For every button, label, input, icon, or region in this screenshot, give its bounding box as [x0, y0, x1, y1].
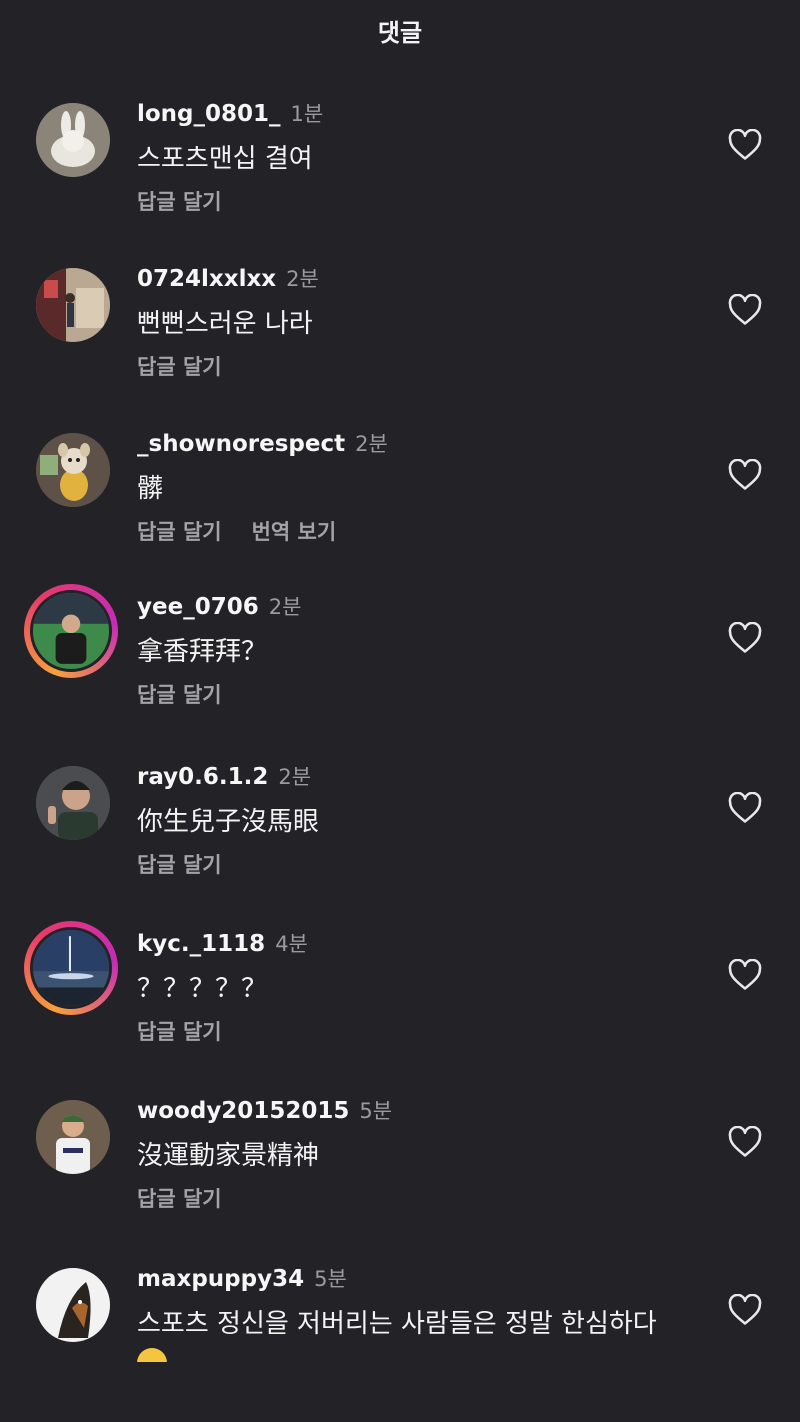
comment-item: woody20152015 5분 沒運動家景精神 답글 달기 — [0, 1094, 800, 1254]
timestamp: 1분 — [290, 102, 324, 126]
username[interactable]: woody20152015 — [137, 1098, 349, 1124]
reply-button[interactable]: 답글 달기 — [137, 853, 222, 877]
timestamp: 4분 — [275, 932, 308, 956]
comments-header: 댓글 — [0, 0, 800, 60]
timestamp: 5분 — [359, 1099, 393, 1123]
emoji-icon — [137, 1348, 167, 1362]
username[interactable]: ray0.6.1.2 — [137, 764, 268, 790]
reply-button[interactable]: 답글 달기 — [137, 1020, 222, 1044]
timestamp: 2분 — [278, 765, 312, 789]
avatar[interactable] — [30, 427, 116, 513]
timestamp: 5분 — [314, 1267, 347, 1291]
comment-item: yee_0706 2분 拿香拜拜？ 답글 달기 — [0, 584, 800, 750]
comment-text: 沒運動家景精神 — [137, 1141, 320, 1171]
heart-icon[interactable] — [728, 1126, 762, 1158]
comment-text: 뻔뻔스러운 나라 — [137, 309, 313, 339]
avatar[interactable] — [30, 1262, 116, 1348]
username[interactable]: _shownorespect — [137, 431, 345, 457]
page-title: 댓글 — [377, 18, 423, 47]
heart-icon[interactable] — [728, 1294, 762, 1326]
comment-text: 스포츠맨십 결여 — [137, 144, 313, 174]
rabbit-avatar-image — [36, 103, 110, 177]
username[interactable]: kyc._1118 — [137, 931, 265, 957]
username[interactable]: maxpuppy34 — [137, 1266, 304, 1292]
stadium-person-avatar-image — [30, 590, 112, 672]
avatar-story-ring[interactable] — [24, 584, 118, 678]
comment-text: 拿香拜拜？ — [137, 637, 268, 667]
reply-button[interactable]: 답글 달기 — [137, 683, 222, 707]
heart-icon[interactable] — [728, 959, 762, 991]
comment-item: _shownorespect 2분 髒 답글 달기 번역 보기 — [0, 427, 800, 587]
username[interactable]: long_0801_ — [137, 101, 281, 127]
baseball-kid-avatar-image — [36, 1100, 110, 1174]
username[interactable]: yee_0706 — [137, 594, 259, 620]
avatar[interactable] — [30, 1094, 116, 1180]
reply-button[interactable]: 답글 달기 — [137, 520, 222, 544]
avatar[interactable] — [30, 262, 116, 348]
comment-text: ？？？？？ — [137, 974, 268, 1004]
avatar-story-ring[interactable] — [24, 921, 118, 1015]
dog-avatar-image — [36, 1268, 110, 1342]
comment-item: long_0801_ 1분 스포츠맨십 결여 답글 달기 — [0, 97, 800, 257]
avatar[interactable] — [30, 97, 116, 183]
heart-icon[interactable] — [728, 294, 762, 326]
plush-dog-avatar-image — [36, 433, 110, 507]
avatar[interactable] — [30, 760, 116, 846]
reply-button[interactable]: 답글 달기 — [137, 355, 222, 379]
timestamp: 2분 — [286, 267, 319, 291]
heart-icon[interactable] — [728, 792, 762, 824]
comment-item: maxpuppy34 5분 스포츠 정신을 저버리는 사람들은 정말 한심하다 — [0, 1262, 800, 1422]
room-photo-avatar-image — [36, 268, 110, 342]
comment-text: 你生兒子沒馬眼 — [137, 807, 320, 837]
reply-button[interactable]: 답글 달기 — [137, 190, 222, 214]
see-translation-button[interactable]: 번역 보기 — [252, 520, 337, 544]
reply-button[interactable]: 답글 달기 — [137, 1187, 222, 1211]
heart-icon[interactable] — [728, 622, 762, 654]
heart-icon[interactable] — [728, 129, 762, 161]
comment-text: 髒 — [137, 474, 164, 504]
person-gesture-avatar-image — [36, 766, 110, 840]
timestamp: 2분 — [355, 432, 388, 456]
heart-icon[interactable] — [728, 459, 762, 491]
comment-text: 스포츠 정신을 저버리는 사람들은 정말 한심하다 — [137, 1309, 657, 1339]
timestamp: 2분 — [268, 595, 302, 619]
night-sea-avatar-image — [30, 927, 112, 1009]
username[interactable]: 0724lxxlxx — [137, 266, 276, 292]
comment-item: 0724lxxlxx 2분 뻔뻔스러운 나라 답글 달기 — [0, 262, 800, 422]
comment-item: kyc._1118 4분 ？？？？？ 답글 달기 — [0, 921, 800, 1087]
comment-item: ray0.6.1.2 2분 你生兒子沒馬眼 답글 달기 — [0, 760, 800, 920]
